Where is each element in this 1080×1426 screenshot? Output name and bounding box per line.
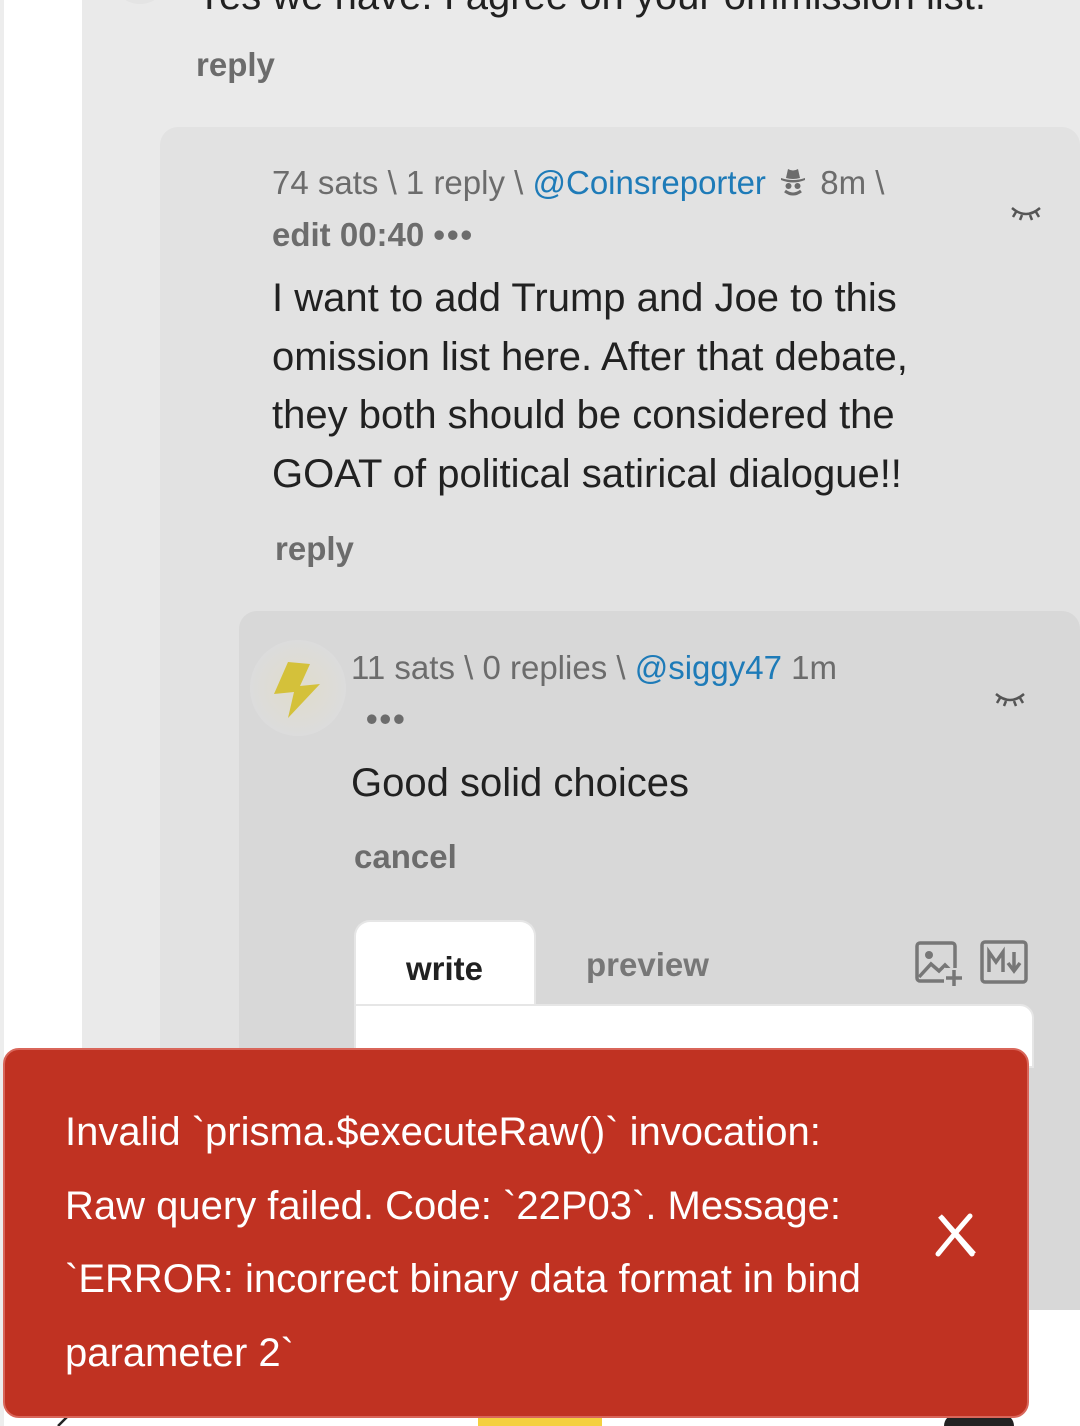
- cowboy-hat-icon: [781, 169, 806, 196]
- tab-write[interactable]: write: [354, 920, 536, 1008]
- tab-write-label: write: [406, 950, 484, 987]
- sats-count[interactable]: 74 sats: [272, 164, 378, 201]
- comment-meta-row2: edit 00:40 •••: [272, 216, 474, 254]
- comment-body: I want to add Trump and Joe to this omis…: [272, 276, 908, 496]
- comment-meta: 11 sats \ 0 replies \ @siggy47 1m: [351, 649, 837, 686]
- more-options-button[interactable]: •••: [433, 216, 474, 253]
- cancel-button[interactable]: cancel: [354, 838, 457, 876]
- edit-button[interactable]: edit 00:40: [272, 216, 424, 253]
- user-link[interactable]: @siggy47: [635, 649, 782, 686]
- user-link[interactable]: @Coinsreporter: [533, 164, 766, 201]
- parent-comment-text: Yes we have. I agree on your ommission l…: [196, 0, 986, 19]
- comment-body: Good solid choices: [351, 761, 689, 805]
- sats-count[interactable]: 11 sats: [351, 649, 455, 686]
- replies-count[interactable]: 1 reply: [406, 164, 505, 201]
- time-ago[interactable]: 1m: [791, 649, 837, 686]
- bolt-avatar[interactable]: [250, 640, 346, 736]
- error-toast: Invalid `prisma.$executeRaw()` invocatio…: [3, 1048, 1029, 1418]
- replies-count[interactable]: 0 replies: [482, 649, 607, 686]
- collapse-eye-icon[interactable]: [1010, 202, 1042, 222]
- markdown-icon[interactable]: [980, 940, 1028, 984]
- image-upload-icon[interactable]: [914, 940, 964, 988]
- comment-meta-row2: •••: [366, 700, 407, 738]
- comment-meta: 74 sats \ 1 reply \ @Coinsreporter 8m \: [272, 164, 885, 201]
- close-icon[interactable]: [930, 1210, 980, 1260]
- tab-preview[interactable]: preview: [586, 946, 709, 984]
- error-message: Invalid `prisma.$executeRaw()` invocatio…: [65, 1110, 861, 1375]
- collapse-eye-icon[interactable]: [994, 688, 1026, 708]
- reply-link[interactable]: reply: [275, 530, 354, 568]
- more-options-button[interactable]: •••: [366, 700, 407, 737]
- time-ago[interactable]: 8m: [820, 164, 866, 201]
- lightning-bolt-icon: [274, 662, 320, 718]
- parent-reply-link[interactable]: reply: [196, 46, 275, 84]
